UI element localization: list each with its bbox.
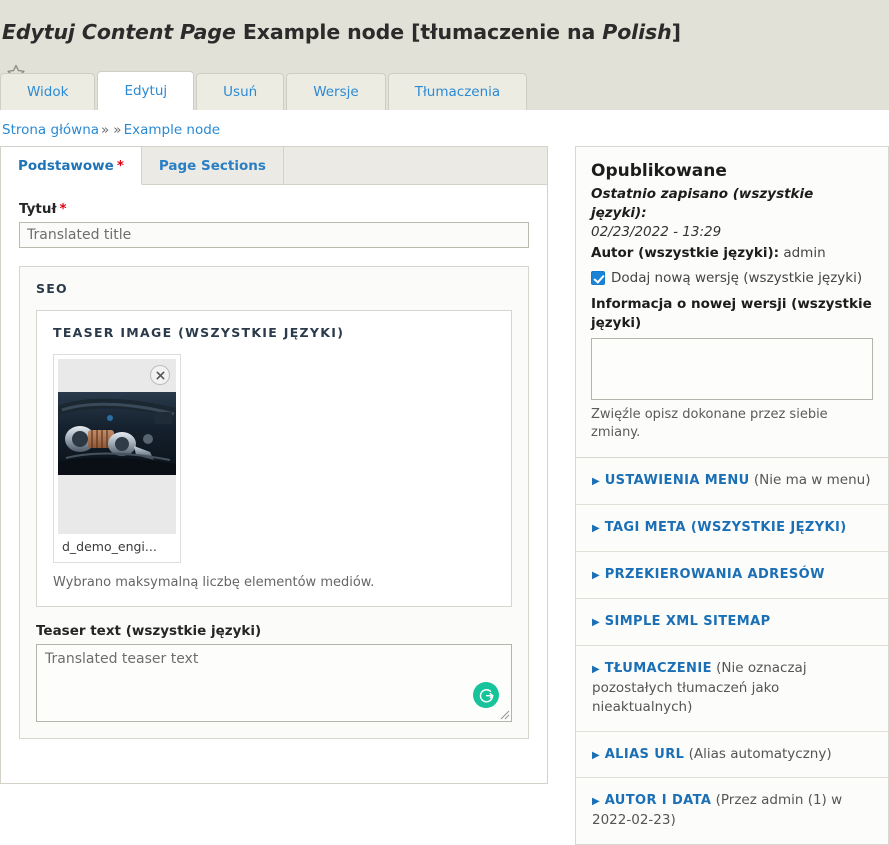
chevron-right-icon: ▶ [592,663,600,675]
accordion-item-url-redirects[interactable]: ▶ PRZEKIEROWANIA ADRESÓW [576,550,888,598]
tab-tlumaczenia-label: Tłumaczenia [414,84,501,100]
new-revision-checkbox[interactable] [591,271,605,286]
accordion-item-url-alias[interactable]: ▶ ALIAS URL (Alias automatyczny) [576,730,888,778]
chevron-right-icon: ▶ [592,569,600,581]
page-title-bracket: ] [671,19,681,44]
page-title-language: Polish [602,19,672,44]
accordion-item-menu-settings[interactable]: ▶ USTAWIENIA MENU (Nie ma w menu) [576,458,888,504]
chevron-right-icon: ▶ [592,749,600,761]
subtab-required-marker: * [116,157,124,174]
accordion-title: ALIAS URL [604,746,685,762]
tab-edytuj-label: Edytuj [124,83,168,99]
main-content-column: Podstawowe* Page Sections Tytuł* SEO TEA… [0,146,548,784]
tab-widok[interactable]: Widok [0,73,96,110]
close-icon[interactable] [150,365,170,385]
chevron-right-icon: ▶ [592,476,600,488]
title-label-text: Tytuł [19,201,57,217]
seo-legend: SEO [36,281,68,296]
grammarly-icon[interactable] [473,682,499,708]
teaser-text-label: Teaser text (wszystkie języki) [36,623,262,639]
chevron-right-icon: ▶ [592,796,600,808]
media-item: d_demo_engi... [53,354,181,563]
tab-wersje[interactable]: Wersje [286,73,386,110]
tab-wersje-label: Wersje [313,84,359,100]
media-thumbnail [58,359,176,534]
teaser-text-block: Teaser text (wszystkie języki) [36,623,512,722]
new-revision-label: Dodaj nową wersję (wszystkie języki) [611,270,863,287]
teaser-text-input[interactable] [36,644,512,722]
media-limit-hint: Wybrano maksymalną liczbę elementów medi… [53,575,375,590]
accordion-title: PRZEKIEROWANIA ADRESÓW [604,566,825,582]
breadcrumb-separator-1: » [101,122,110,138]
breadcrumb: Strona główna»» Example node [0,110,889,146]
tab-edytuj[interactable]: Edytuj [97,71,195,110]
subtab-page-sections[interactable]: Page Sections [142,147,284,184]
title-required-marker: * [59,201,67,217]
status-badge: Opublikowane [591,161,727,181]
accordion-item-translation[interactable]: ▶ TŁUMACZENIE (Nie oznaczaj pozostałych t… [576,644,888,731]
seo-fieldset: SEO TEASER IMAGE (WSZYSTKIE JĘZYKI) d_de… [19,266,529,739]
last-saved-label: Ostatnio zapisano (wszystkie języki): [591,186,814,221]
revision-log-input[interactable] [591,337,873,400]
page-title-node: Example node [tłumaczenie na [235,19,603,44]
accordion-item-meta-tags[interactable]: ▶ TAGI META (WSZYSTKIE JĘZYKI) [576,504,888,551]
sidebar-column: Opublikowane Ostatnio zapisano (wszystki… [575,146,889,845]
accordion-summary: (Alias automatyczny) [688,745,832,762]
form-subtabs: Podstawowe * Page Sections [0,146,548,185]
accordion-title: TAGI META (WSZYSTKIE JĘZYKI) [604,520,847,536]
form-pane: Tytuł* SEO TEASER IMAGE (WSZYSTKIE JĘZYK… [0,184,548,784]
chevron-right-icon: ▶ [592,523,600,535]
media-file-name: d_demo_engi... [58,534,176,558]
revision-log-label: Informacja o nowej wersji (wszystkie jęz… [591,296,872,331]
revision-log-hint: Zwięźle opisz dokonane przez siebie zmia… [591,406,828,441]
chevron-right-icon: ▶ [592,616,600,628]
new-revision-row: Dodaj nową wersję (wszystkie języki) [591,269,873,287]
tab-widok-label: Widok [27,84,69,100]
accordion-summary: (Nie ma w menu) [753,472,871,489]
subtab-page-sections-label: Page Sections [158,157,266,174]
title-input[interactable] [19,222,529,248]
media-card: d_demo_engi... [58,359,176,558]
sidebar-accordion: ▶ USTAWIENIA MENU (Nie ma w menu) ▶ TAGI M… [575,458,889,845]
accordion-item-simple-xml-sitemap[interactable]: ▶ SIMPLE XML SITEMAP [576,597,888,645]
teaser-image-fieldset: TEASER IMAGE (WSZYSTKIE JĘZYKI) d_demo_e… [36,310,512,607]
breadcrumb-separator-2: » [113,122,122,138]
primary-tabs: Widok Edytuj Usuń Wersje Tłumaczenia [0,71,529,110]
accordion-item-authoring-information[interactable]: ▶ AUTOR I DATA (Przez admin (1) w 2022-02… [576,777,888,843]
author-value: admin [783,245,826,262]
author-row: Autor (wszystkie języki): admin [591,244,873,263]
last-saved-value: 02/23/2022 - 13:29 [591,224,722,241]
page-header-band: Edytuj Content Page Example node [tłumac… [0,0,889,110]
subtab-podstawowe[interactable]: Podstawowe * [1,147,142,185]
page-title: Edytuj Content Page Example node [tłumac… [0,18,889,46]
accordion-title: TŁUMACZENIE [604,660,712,676]
breadcrumb-home[interactable]: Strona główna [2,122,99,138]
accordion-title: AUTOR I DATA [604,793,712,809]
title-field-label: Tytuł * [19,201,529,217]
author-label: Autor (wszystkie języki): [591,245,780,262]
page-title-action: Edytuj Content Page [2,19,236,44]
teaser-textarea-wrapper [36,644,512,722]
media-preview-image [58,392,176,475]
accordion-title: SIMPLE XML SITEMAP [604,613,771,629]
breadcrumb-current[interactable]: Example node [124,122,221,138]
page-layout: Podstawowe* Page Sections Tytuł* SEO TEA… [0,146,889,845]
publication-status-panel: Opublikowane Ostatnio zapisano (wszystki… [575,146,889,459]
accordion-title: USTAWIENIA MENU [604,473,750,489]
tab-tlumaczenia[interactable]: Tłumaczenia [387,73,528,110]
teaser-image-legend: TEASER IMAGE (WSZYSTKIE JĘZYKI) [53,325,345,340]
subtab-podstawowe-label: Podstawowe [18,157,114,174]
tab-usun-label: Usuń [223,84,258,100]
tab-usun[interactable]: Usuń [196,73,285,110]
